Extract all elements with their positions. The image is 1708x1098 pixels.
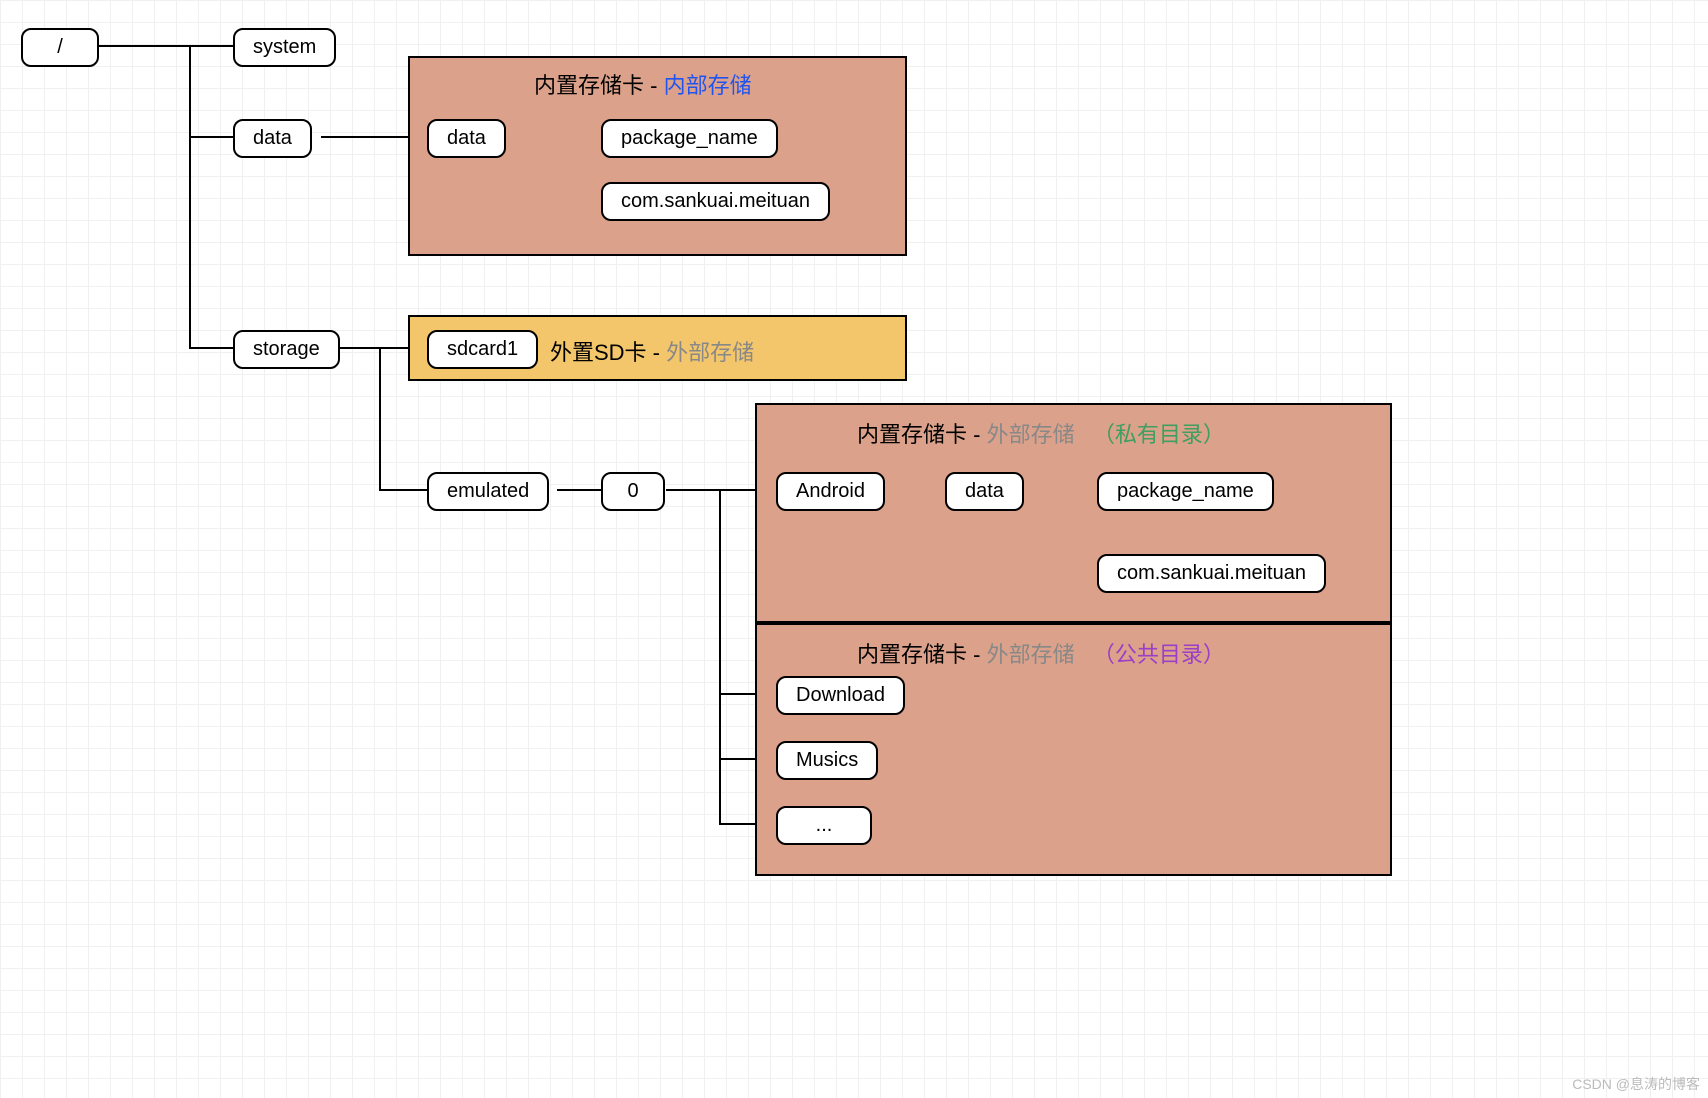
node-private-data: data: [945, 472, 1024, 511]
private-title-suffix: （私有目录）: [1093, 422, 1225, 447]
sdcard-title-highlight: 外部存储: [666, 340, 754, 365]
node-storage: storage: [233, 330, 340, 369]
watermark: CSDN @息涛的博客: [1572, 1074, 1700, 1094]
node-musics: Musics: [776, 741, 878, 780]
internal-title-prefix: 内置存储卡 -: [534, 73, 664, 98]
private-title-mid: 外部存储: [987, 422, 1075, 447]
node-system: system: [233, 28, 336, 67]
node-android: Android: [776, 472, 885, 511]
node-data-l1: data: [233, 119, 312, 158]
panel-internal-title: 内置存储卡 - 内部存储: [534, 68, 752, 100]
node-sdcard1: sdcard1: [427, 330, 538, 369]
public-title-mid: 外部存储: [987, 642, 1075, 667]
internal-title-highlight: 内部存储: [664, 73, 752, 98]
panel-public-title: 内置存储卡 - 外部存储 （公共目录）: [857, 637, 1225, 669]
node-internal-example-pkg: com.sankuai.meituan: [601, 182, 830, 221]
panel-private-title: 内置存储卡 - 外部存储 （私有目录）: [857, 417, 1225, 449]
node-root: /: [21, 28, 99, 67]
panel-sdcard-title: 外置SD卡 - 外部存储: [550, 335, 754, 367]
public-title-prefix: 内置存储卡 -: [857, 642, 987, 667]
private-title-prefix: 内置存储卡 -: [857, 422, 987, 447]
node-more: ...: [776, 806, 872, 845]
public-title-suffix: （公共目录）: [1093, 642, 1225, 667]
node-private-example-pkg: com.sankuai.meituan: [1097, 554, 1326, 593]
node-emulated: emulated: [427, 472, 549, 511]
node-internal-package-name: package_name: [601, 119, 778, 158]
node-download: Download: [776, 676, 905, 715]
sdcard-title-prefix: 外置SD卡 -: [550, 340, 666, 365]
node-zero: 0: [601, 472, 665, 511]
node-private-package-name: package_name: [1097, 472, 1274, 511]
node-internal-data: data: [427, 119, 506, 158]
